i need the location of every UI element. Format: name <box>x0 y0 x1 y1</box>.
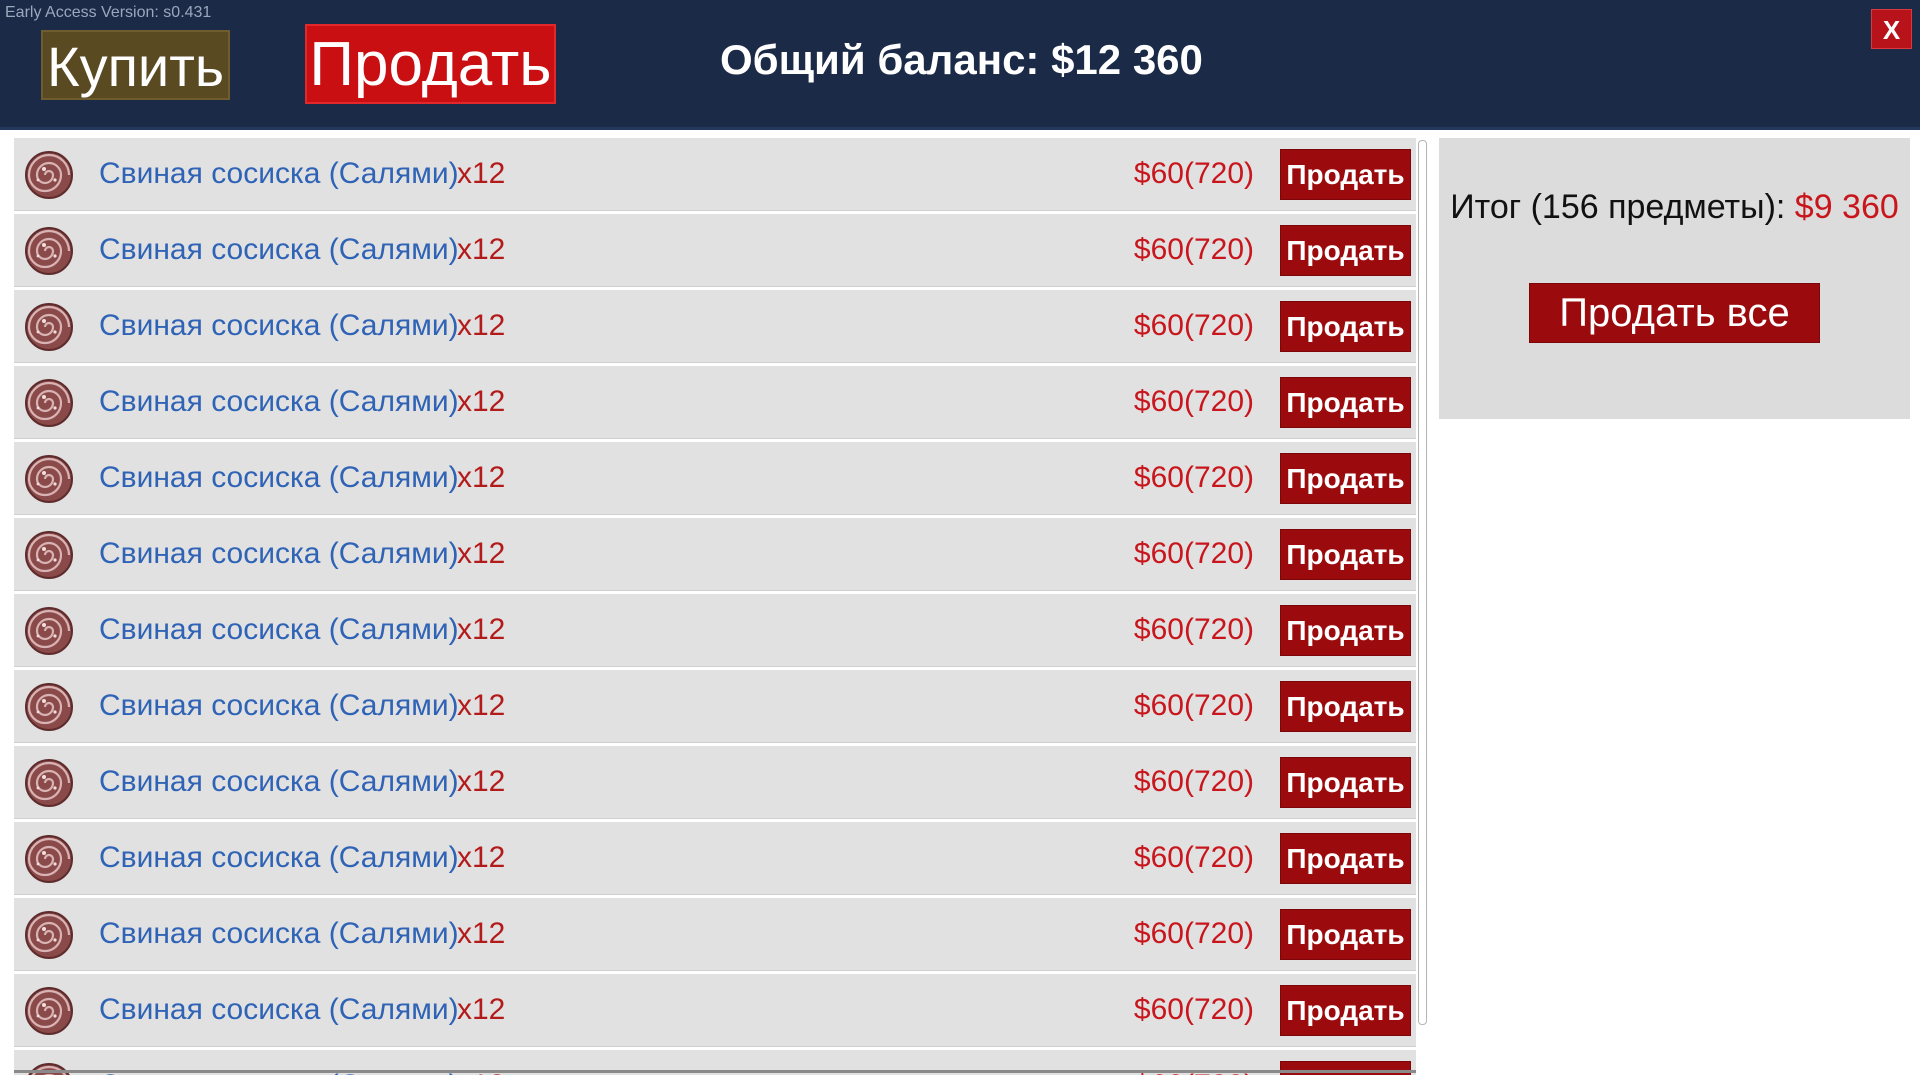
item-quantity: x12 <box>457 993 506 1026</box>
total-balance: Общий баланс: $12 360 <box>720 36 1203 83</box>
close-button[interactable]: X <box>1871 9 1912 49</box>
version-label: Early Access Version: s0.431 <box>5 4 212 21</box>
tab-sell[interactable]: Продать <box>305 24 556 104</box>
item-quantity: x12 <box>457 917 506 950</box>
sell-item-button[interactable]: Продать <box>1280 605 1411 656</box>
sell-item-button[interactable]: Продать <box>1280 377 1411 428</box>
item-name: Свиная сосиска (Салями) <box>99 309 459 342</box>
sell-item-button[interactable]: Продать <box>1280 225 1411 276</box>
list-item[interactable]: Свиная сосиска (Салями)x12 $60(720) Продат… <box>14 214 1416 287</box>
salami-icon <box>24 226 74 276</box>
item-name: Свиная сосиска (Салями) <box>99 841 459 874</box>
top-bar: Early Access Version: s0.431 Купить Прод… <box>0 0 1920 130</box>
item-name: Свиная сосиска (Салями) <box>99 461 459 494</box>
item-name: Свиная сосиска (Салями) <box>99 233 459 266</box>
item-price: $60(720) <box>1133 917 1254 950</box>
list-item[interactable]: Свиная сосиска (Салями)x12 $60(720) Продат… <box>14 138 1416 211</box>
item-name: Свиная сосиска (Салями) <box>99 765 459 798</box>
sell-item-button[interactable]: Продать <box>1280 149 1411 200</box>
list-bottom-divider <box>14 1070 1416 1073</box>
salami-icon <box>24 834 74 884</box>
item-price: $60(720) <box>1133 689 1254 722</box>
list-item[interactable]: Свиная сосиска (Салями)x12 $60(720) Продат… <box>14 898 1416 971</box>
sell-item-button[interactable]: Продать <box>1280 529 1411 580</box>
item-price: $60(720) <box>1133 309 1254 342</box>
list-item[interactable]: Свиная сосиска (Салями)x12 $60(720) Продат… <box>14 670 1416 743</box>
salami-icon <box>24 758 74 808</box>
salami-icon <box>24 150 74 200</box>
sell-item-button[interactable]: Продать <box>1280 909 1411 960</box>
item-quantity: x12 <box>457 233 506 266</box>
list-item[interactable]: Свиная сосиска (Салями)x12 $60(720) Продат… <box>14 594 1416 667</box>
list-item[interactable]: Свиная сосиска (Салями)x12 $60(720) Продат… <box>14 746 1416 819</box>
sell-item-button[interactable]: Продать <box>1280 681 1411 732</box>
item-name: Свиная сосиска (Салями) <box>99 537 459 570</box>
item-price: $60(720) <box>1133 385 1254 418</box>
sell-item-button[interactable]: Продать <box>1280 833 1411 884</box>
item-price: $60(720) <box>1133 537 1254 570</box>
item-quantity: x12 <box>457 765 506 798</box>
item-name: Свиная сосиска (Салями) <box>99 993 459 1026</box>
salami-icon <box>24 454 74 504</box>
item-price: $60(720) <box>1133 461 1254 494</box>
item-price: $60(720) <box>1133 841 1254 874</box>
item-price: $60(720) <box>1133 613 1254 646</box>
item-name: Свиная сосиска (Салями) <box>99 689 459 722</box>
item-quantity: x12 <box>457 689 506 722</box>
sell-item-button[interactable]: Продать <box>1280 301 1411 352</box>
list-item[interactable]: Свиная сосиска (Салями)x12 $60(720) Продат… <box>14 366 1416 439</box>
item-price: $60(720) <box>1133 233 1254 266</box>
summary-total-label: Итог (156 предметы): <box>1450 188 1795 226</box>
salami-icon <box>24 910 74 960</box>
item-name: Свиная сосиска (Салями) <box>99 385 459 418</box>
sell-item-button[interactable]: Продать <box>1280 453 1411 504</box>
item-quantity: x12 <box>457 309 506 342</box>
list-item[interactable]: Свиная сосиска (Салями)x12 $60(720) Продат… <box>14 518 1416 591</box>
item-name: Свиная сосиска (Салями) <box>99 613 459 646</box>
item-name: Свиная сосиска (Салями) <box>99 917 459 950</box>
item-quantity: x12 <box>457 613 506 646</box>
item-quantity: x12 <box>457 841 506 874</box>
salami-icon <box>24 1062 74 1075</box>
list-item[interactable]: Свиная сосиска (Салями)x12 $60(720) Продат… <box>14 974 1416 1047</box>
item-quantity: x12 <box>457 157 506 190</box>
salami-icon <box>24 530 74 580</box>
inventory-list[interactable]: Свиная сосиска (Салями) x12 $60(720) Продат… <box>14 138 1416 1075</box>
summary-panel: Итог (156 предметы): $9 360 Продать все <box>1439 138 1910 419</box>
item-price: $60(720) <box>1133 157 1254 190</box>
list-item[interactable]: Свиная сосиска (Салями)x12 $60(720) Продат… <box>14 442 1416 515</box>
item-quantity: x12 <box>457 461 506 494</box>
list-scrollbar[interactable] <box>1418 140 1427 1025</box>
salami-icon <box>24 302 74 352</box>
item-price: $60(720) <box>1133 765 1254 798</box>
sell-item-button[interactable]: Продать <box>1280 985 1411 1036</box>
list-item[interactable]: Свиная сосиска (Салями)x12 $60(720) Продат… <box>14 822 1416 895</box>
tab-buy[interactable]: Купить <box>41 30 230 100</box>
list-item[interactable]: Свиная сосиска (Салями)x12 $60(720) Продат… <box>14 290 1416 363</box>
summary-total: Итог (156 предметы): $9 360 <box>1439 188 1910 227</box>
item-price: $60(720) <box>1133 993 1254 1026</box>
item-quantity: x12 <box>457 385 506 418</box>
summary-total-amount: $9 360 <box>1794 188 1899 226</box>
salami-icon <box>24 378 74 428</box>
sell-item-button[interactable]: Продать <box>1280 757 1411 808</box>
item-name: Свиная сосиска (Салями) <box>99 157 459 190</box>
sell-all-button[interactable]: Продать все <box>1529 283 1820 343</box>
salami-icon <box>24 606 74 656</box>
salami-icon <box>24 682 74 732</box>
salami-icon <box>24 986 74 1036</box>
item-quantity: x12 <box>457 537 506 570</box>
